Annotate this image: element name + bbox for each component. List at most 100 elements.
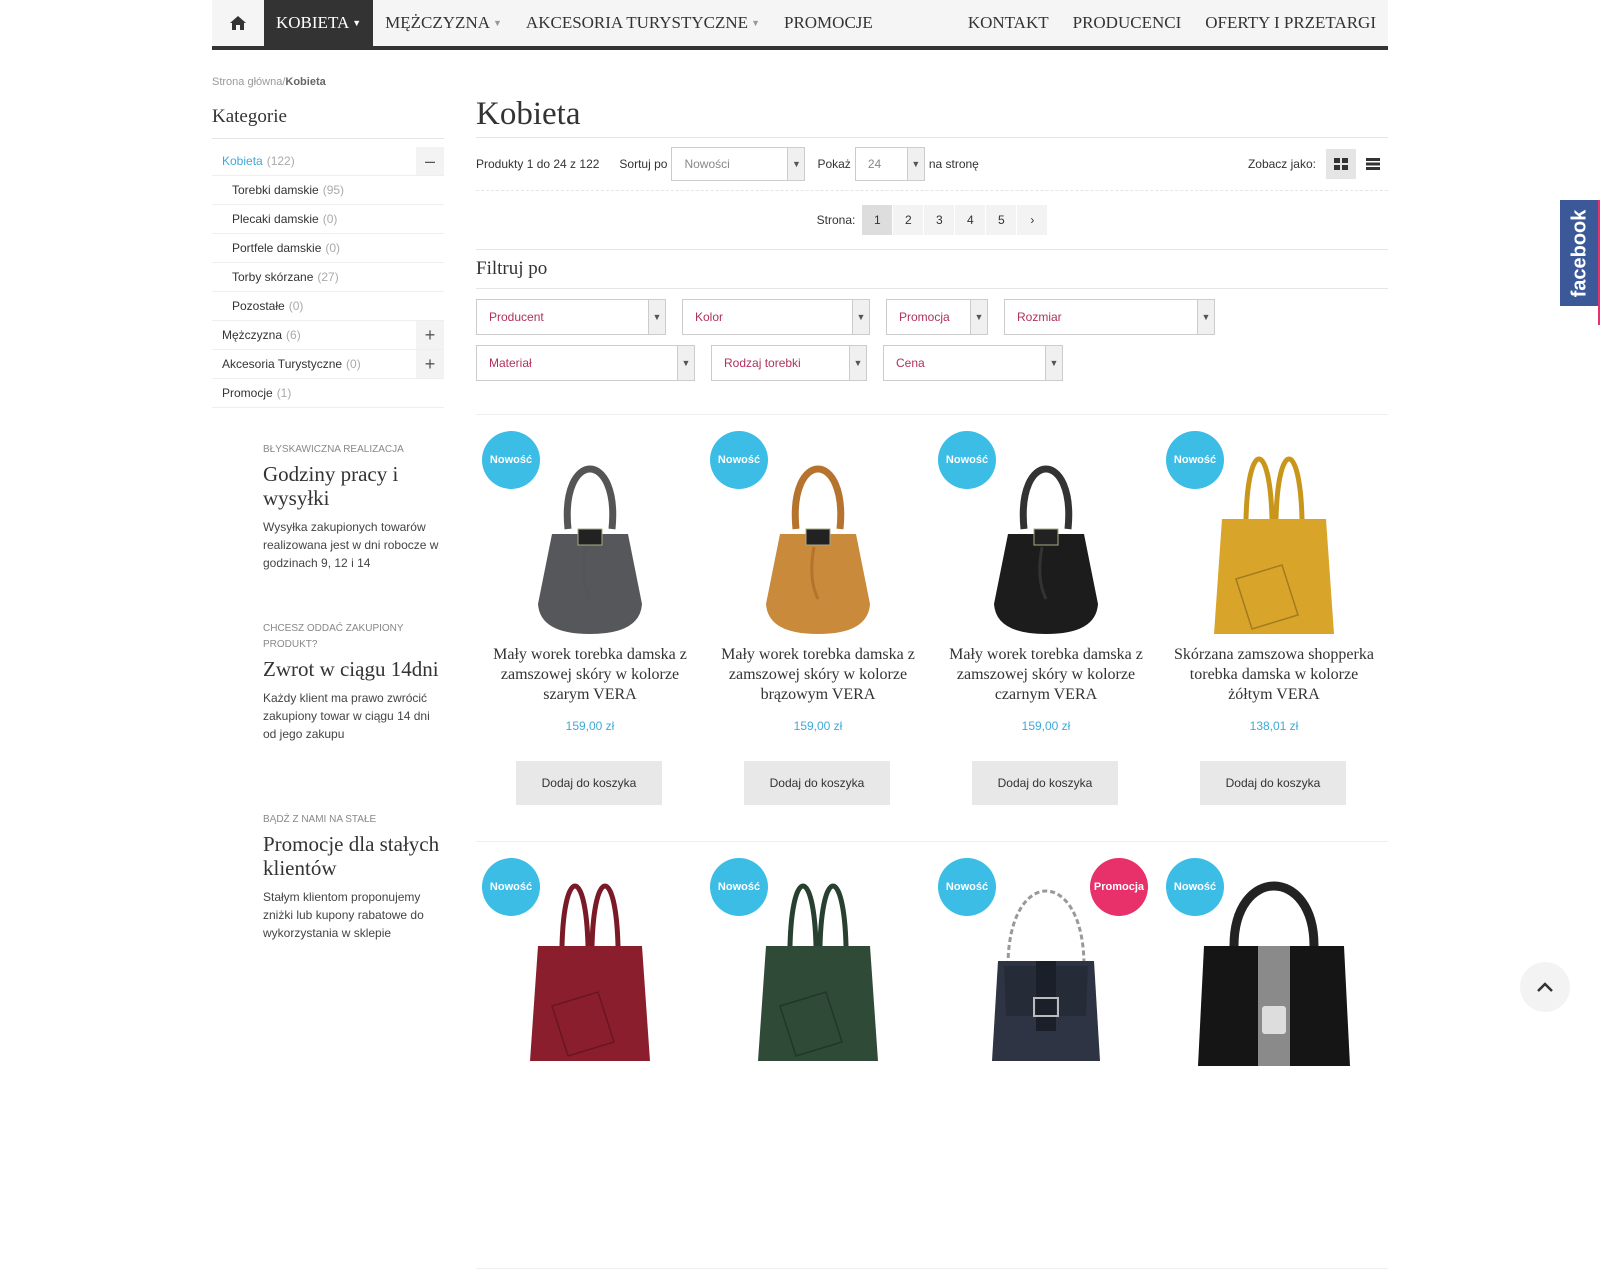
nav-kontakt[interactable]: KONTAKT xyxy=(956,0,1061,46)
sidebar-category[interactable]: Portfele damskie (0) xyxy=(212,234,444,263)
main-content: Kobieta Produkty 1 do 24 z 122 Sortuj po… xyxy=(476,96,1388,1269)
page-5[interactable]: 5 xyxy=(986,205,1017,235)
new-badge: Nowość xyxy=(710,858,768,916)
chevron-down-icon: ▼ xyxy=(677,346,694,380)
sidebar-category[interactable]: Akcesoria Turystyczne (0) + xyxy=(212,350,444,379)
category-count: (95) xyxy=(322,183,345,197)
filter-material[interactable]: Materiał ▼ xyxy=(476,345,695,381)
page-2[interactable]: 2 xyxy=(893,205,924,235)
info-kicker: BĄDŹ Z NAMI NA STAŁE xyxy=(263,814,377,825)
sidebar-category[interactable]: Torby skórzane (27) xyxy=(212,263,444,292)
nav-producenci[interactable]: PRODUCENCI xyxy=(1061,0,1194,46)
product-card[interactable]: Nowość Skórzana zamszowa shopperka torebk… xyxy=(1160,415,1388,841)
filter-kolor[interactable]: Kolor ▼ xyxy=(682,299,870,335)
product-card[interactable]: Nowość Mały worek torebka damska z zamszo… xyxy=(476,415,704,841)
category-name: Pozostałe xyxy=(232,299,285,313)
filter-label: Kolor xyxy=(695,310,724,324)
page-4[interactable]: 4 xyxy=(955,205,986,235)
add-to-cart-button[interactable]: Dodaj do koszyka xyxy=(744,761,890,805)
chevron-down-icon: ▼ xyxy=(906,148,924,180)
grid-view-icon[interactable] xyxy=(1326,149,1356,179)
breadcrumb: Strona główna/Kobieta xyxy=(212,76,326,88)
info-block-returns: CHCESZ ODDAĆ ZAKUPIONY PRODUKT? Zwrot w … xyxy=(263,621,445,743)
filter-rodzaj-torebki[interactable]: Rodzaj torebki ▼ xyxy=(711,345,867,381)
chevron-up-icon xyxy=(1537,982,1553,992)
add-to-cart-button[interactable]: Dodaj do koszyka xyxy=(516,761,662,805)
product-name[interactable]: Skórzana zamszowa shopperka torebka dams… xyxy=(1168,645,1380,705)
product-name[interactable]: Mały worek torebka damska z zamszowej sk… xyxy=(484,645,696,705)
products-range: Produkty 1 do 24 z 122 xyxy=(476,157,600,171)
next-page-button[interactable]: › xyxy=(1017,205,1048,235)
breadcrumb-home[interactable]: Strona główna xyxy=(212,76,282,88)
nav-mezczyzna[interactable]: MĘŻCZYZNA ▼ xyxy=(373,0,514,46)
filter-label: Rodzaj torebki xyxy=(724,356,801,370)
expand-icon[interactable]: + xyxy=(416,350,444,378)
nav-oferty[interactable]: OFERTY I PRZETARGI xyxy=(1193,0,1388,46)
sidebar-category[interactable]: Promocje (1) xyxy=(212,379,444,408)
sidebar-category[interactable]: Kobieta (122) – xyxy=(212,147,444,176)
category-count: (122) xyxy=(266,154,295,168)
category-count: (1) xyxy=(276,386,292,400)
pager-label: Strona: xyxy=(816,213,856,227)
page-3[interactable]: 3 xyxy=(924,205,955,235)
new-badge: Nowość xyxy=(710,431,768,489)
nav-promocje[interactable]: PROMOCJE xyxy=(772,0,885,46)
nav-akcesoria[interactable]: AKCESORIA TURYSTYCZNE ▼ xyxy=(514,0,772,46)
category-name: Kobieta xyxy=(222,154,263,168)
category-name: Mężczyzna xyxy=(222,328,283,342)
per-page-label: na stronę xyxy=(928,157,979,171)
product-grid: Nowość Mały worek torebka damska z zamszo… xyxy=(476,414,1388,1269)
collapse-icon[interactable]: – xyxy=(416,147,444,175)
filter-promocja[interactable]: Promocja ▼ xyxy=(886,299,988,335)
chevron-down-icon: ▼ xyxy=(1045,346,1062,380)
product-name[interactable]: Mały worek torebka damska z zamszowej sk… xyxy=(940,645,1152,705)
info-text: Każdy klient ma prawo zwrócić zakupiony … xyxy=(263,691,430,741)
list-view-icon[interactable] xyxy=(1358,149,1388,179)
info-block-shipping: BŁYSKAWICZNA REALIZACJA Godziny pracy i … xyxy=(263,442,445,572)
sort-select[interactable]: Nowości ▼ xyxy=(671,147,806,181)
chevron-down-icon: ▼ xyxy=(787,148,805,180)
listing-toolbar: Produkty 1 do 24 z 122 Sortuj po Nowości… xyxy=(476,138,1388,191)
sidebar-category[interactable]: Torebki damskie (95) xyxy=(212,176,444,205)
product-price: 159,00 zł xyxy=(793,719,843,733)
product-card[interactable]: Nowość Mały worek torebka damska z zamszo… xyxy=(932,415,1160,841)
scroll-to-top-button[interactable] xyxy=(1520,962,1570,1012)
info-block-promos: BĄDŹ Z NAMI NA STAŁE Promocje dla stałyc… xyxy=(263,812,445,942)
info-text: Stałym klientom proponujemy zniżki lub k… xyxy=(263,890,424,940)
facebook-label: facebook xyxy=(1568,209,1591,297)
filter-cena[interactable]: Cena ▼ xyxy=(883,345,1063,381)
nav-kobieta[interactable]: KOBIETA ▼ xyxy=(264,0,374,46)
home-icon[interactable] xyxy=(212,0,264,46)
chevron-down-icon: ▼ xyxy=(648,300,665,334)
sidebar: Kategorie Kobieta (122) – Torebki damskie (9… xyxy=(212,106,444,408)
filter-rozmiar[interactable]: Rozmiar ▼ xyxy=(1004,299,1215,335)
add-to-cart-button[interactable]: Dodaj do koszyka xyxy=(1200,761,1346,805)
product-price: 159,00 zł xyxy=(1021,719,1071,733)
product-card[interactable]: Nowość xyxy=(704,842,932,1268)
product-card[interactable]: Nowość Mały worek torebka damska z zamszo… xyxy=(704,415,932,841)
sidebar-category[interactable]: Mężczyzna (6) + xyxy=(212,321,444,350)
per-page-select[interactable]: 24 ▼ xyxy=(854,147,925,181)
info-heading: Promocje dla stałych klientów xyxy=(263,832,440,880)
sidebar-category[interactable]: Plecaki damskie (0) xyxy=(212,205,444,234)
category-name: Promocje xyxy=(222,386,273,400)
promo-badge: Promocja xyxy=(1090,858,1148,916)
per-page-value: 24 xyxy=(867,157,882,171)
product-card[interactable]: Nowość xyxy=(1160,842,1388,1268)
filter-producent[interactable]: Producent ▼ xyxy=(476,299,666,335)
info-text: Wysyłka zakupionych towarów realizowana … xyxy=(263,520,439,570)
facebook-tab[interactable]: facebook xyxy=(1560,200,1600,325)
product-name[interactable]: Mały worek torebka damska z zamszowej sk… xyxy=(712,645,924,705)
add-to-cart-button[interactable]: Dodaj do koszyka xyxy=(972,761,1118,805)
product-card[interactable]: Nowość xyxy=(476,842,704,1268)
sidebar-category[interactable]: Pozostałe (0) xyxy=(212,292,444,321)
caret-down-icon: ▼ xyxy=(352,18,362,28)
main-nav: KOBIETA ▼ MĘŻCZYZNA ▼ AKCESORIA TURYSTYCZN… xyxy=(212,0,1388,50)
breadcrumb-current: Kobieta xyxy=(285,76,326,88)
expand-icon[interactable]: + xyxy=(416,321,444,349)
page-1[interactable]: 1 xyxy=(862,205,893,235)
new-badge: Nowość xyxy=(1166,431,1224,489)
product-card[interactable]: Nowość Promocja xyxy=(932,842,1160,1268)
chevron-down-icon: ▼ xyxy=(1197,300,1214,334)
filter-label: Cena xyxy=(896,356,925,370)
